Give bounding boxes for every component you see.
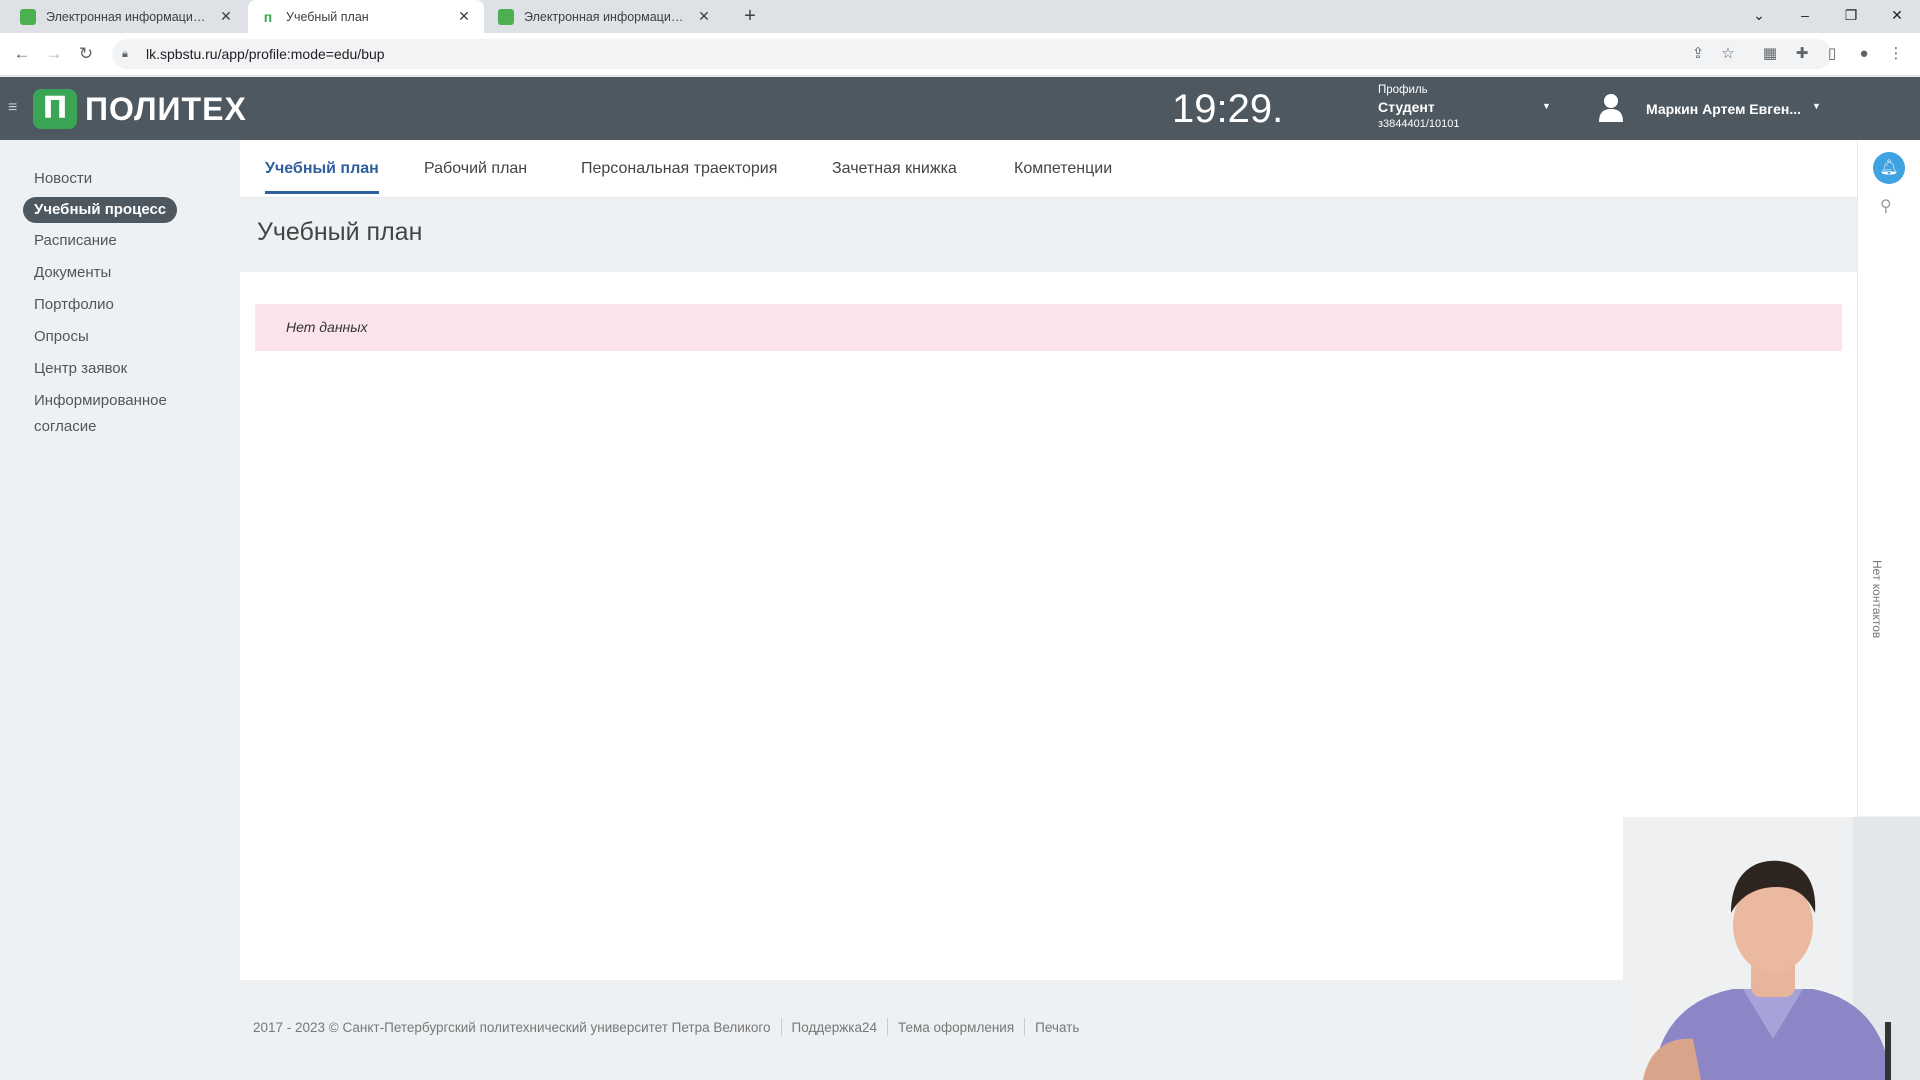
empty-state-alert: Нет данных xyxy=(255,304,1842,351)
sidebar-item-informed-consent-line2[interactable]: согласие xyxy=(34,414,96,440)
address-bar[interactable]: 🔒︎ lk.spbstu.ru/app/profile:mode=edu/bup xyxy=(112,39,1832,69)
favicon-icon: п xyxy=(263,8,273,25)
sidebar-item-schedule[interactable]: Расписание xyxy=(34,228,117,254)
sidebar-item-surveys[interactable]: Опросы xyxy=(34,324,89,350)
browser-tab-strip: Электронная информационно- ✕ п Учебный п… xyxy=(0,0,1920,33)
puzzle-icon[interactable]: ✚ xyxy=(1790,42,1814,66)
tab-competencies[interactable]: Компетенции xyxy=(1014,160,1112,191)
webcam-overlay xyxy=(1623,817,1920,1080)
forward-icon[interactable]: → xyxy=(42,42,66,66)
sidebar-item-informed-consent[interactable]: Информированное xyxy=(34,388,167,414)
presenter-video-image xyxy=(1623,817,1920,1080)
browser-tab-title: Учебный план xyxy=(286,9,369,24)
logo-mark: П xyxy=(33,89,77,129)
footer: 2017 - 2023 © Санкт-Петербургский полите… xyxy=(253,1018,1079,1036)
favicon-icon xyxy=(20,8,36,25)
notification-bell-icon[interactable]: 🔔︎ xyxy=(1873,152,1905,184)
restore-icon[interactable]: ❐ xyxy=(1828,0,1874,33)
print-link[interactable]: Печать xyxy=(1035,1020,1079,1035)
right-rail: 🔔︎ ⚲ Нет контактов xyxy=(1857,140,1920,816)
browser-tab-title: Электронная информационно- xyxy=(524,9,690,24)
polytech-logo[interactable]: П ПОЛИТЕХ xyxy=(33,89,247,129)
sidebar-item-education[interactable]: Учебный процесс xyxy=(23,197,178,223)
no-contacts-label: Нет контактов xyxy=(1870,560,1884,639)
sidebar-item-documents[interactable]: Документы xyxy=(34,260,111,286)
sidebar-item-portfolio[interactable]: Портфолио xyxy=(34,292,114,318)
content-tabs: Учебный план Рабочий план Персональная т… xyxy=(240,140,1857,198)
close-window-icon[interactable]: ✕ xyxy=(1874,0,1920,33)
new-tab-button[interactable]: + xyxy=(738,4,762,28)
menu-icon[interactable]: ⋮ xyxy=(1884,42,1908,66)
share-icon[interactable]: ⇪ xyxy=(1686,42,1710,66)
profile-label: Профиль xyxy=(1378,84,1428,96)
sidebar: Новости Учебный процесс Расписание Докум… xyxy=(0,140,240,1080)
favicon-icon xyxy=(498,8,514,25)
back-icon[interactable]: ← xyxy=(10,42,34,66)
close-tab-icon[interactable]: ✕ xyxy=(696,8,712,25)
profile-role: Студент xyxy=(1378,99,1435,115)
profile-icon[interactable]: ● xyxy=(1852,42,1876,66)
tab-study-plan[interactable]: Учебный план xyxy=(265,160,379,194)
url-text: lk.spbstu.ru/app/profile:mode=edu/bup xyxy=(146,46,385,62)
profile-selector[interactable]: Профиль Студент з3844401/10101 xyxy=(1378,84,1460,130)
close-tab-icon[interactable]: ✕ xyxy=(218,8,234,25)
browser-toolbar: ← → ↻ 🔒︎ lk.spbstu.ru/app/profile:mode=e… xyxy=(0,33,1920,76)
tab-work-plan[interactable]: Рабочий план xyxy=(424,160,527,191)
side-panel-icon[interactable]: ▯ xyxy=(1820,42,1844,66)
page-title: Учебный план xyxy=(257,218,423,246)
user-icon[interactable] xyxy=(1598,92,1624,122)
browser-tab-active[interactable]: п Учебный план ✕ xyxy=(248,0,484,33)
close-tab-icon[interactable]: ✕ xyxy=(456,8,472,25)
footer-divider xyxy=(780,1018,782,1036)
browser-tab[interactable]: Электронная информационно- ✕ xyxy=(8,0,246,33)
footer-divider xyxy=(887,1018,888,1036)
tab-search-icon[interactable]: ⌄ xyxy=(1736,0,1782,33)
tab-personal-trajectory[interactable]: Персональная траектория xyxy=(581,160,777,191)
user-name[interactable]: Маркин Артем Евген... xyxy=(1646,101,1801,117)
browser-tab[interactable]: Электронная информационно- ✕ xyxy=(486,0,724,33)
extension-icon[interactable]: ▦ xyxy=(1758,42,1782,66)
caret-down-icon[interactable]: ▼ xyxy=(1542,101,1551,111)
hamburger-menu-icon[interactable]: ≡ xyxy=(8,100,26,116)
caret-down-icon[interactable]: ▼ xyxy=(1812,101,1821,111)
profile-code: з3844401/10101 xyxy=(1378,118,1460,130)
bookmark-star-icon[interactable]: ☆ xyxy=(1716,42,1740,66)
title-band: Учебный план xyxy=(240,198,1857,272)
sidebar-item-requests[interactable]: Центр заявок xyxy=(34,356,127,382)
main-panel: Учебный план Рабочий план Персональная т… xyxy=(240,140,1857,980)
clock: 19:29. xyxy=(1172,87,1284,131)
logo-text: ПОЛИТЕХ xyxy=(85,90,247,127)
support-link[interactable]: Поддержка24 xyxy=(792,1020,877,1035)
reload-icon[interactable]: ↻ xyxy=(74,42,98,66)
lock-icon[interactable]: 🔒︎ xyxy=(122,48,138,61)
browser-tab-title: Электронная информационно- xyxy=(46,9,212,24)
copyright-text: 2017 - 2023 © Санкт-Петербургский полите… xyxy=(253,1019,771,1035)
tab-record-book[interactable]: Зачетная книжка xyxy=(832,160,957,191)
theme-link[interactable]: Тема оформления xyxy=(898,1020,1014,1035)
minimize-icon[interactable]: – xyxy=(1782,0,1828,33)
app-header: ≡ П ПОЛИТЕХ 19:29. Профиль Студент з3844… xyxy=(0,77,1920,140)
footer-divider xyxy=(1024,1018,1026,1036)
sidebar-item-news[interactable]: Новости xyxy=(34,166,92,192)
search-icon[interactable]: ⚲ xyxy=(1880,196,1892,216)
